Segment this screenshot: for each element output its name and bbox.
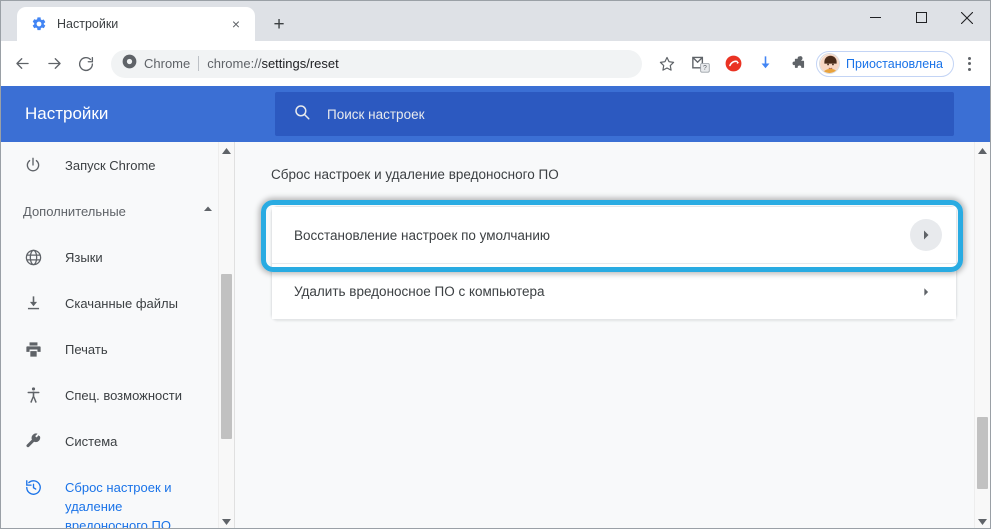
row-label: Восстановление настроек по умолчанию bbox=[294, 227, 550, 243]
tab-title: Настройки bbox=[57, 17, 119, 31]
reload-icon[interactable] bbox=[71, 49, 101, 79]
site-identity-chip[interactable]: Chrome bbox=[122, 54, 190, 74]
sidebar-item-downloads[interactable]: Скачанные файлы bbox=[1, 280, 234, 326]
row-label: Удалить вредоносное ПО с компьютера bbox=[294, 284, 545, 299]
dot bbox=[967, 56, 971, 60]
sidebar-item-system[interactable]: Система bbox=[1, 418, 234, 464]
scroll-up-arrow-icon[interactable] bbox=[219, 142, 234, 159]
url-text: chrome://settings/reset bbox=[207, 56, 630, 71]
page-title: Настройки bbox=[25, 104, 109, 123]
sidebar-item-printing[interactable]: Печать bbox=[1, 326, 234, 372]
svg-text:?: ? bbox=[703, 65, 707, 72]
reset-options-card: Восстановление настроек по умолчанию Уда… bbox=[271, 206, 957, 320]
sidebar-item-label: Запуск Chrome bbox=[65, 158, 156, 173]
download-arrow-icon[interactable] bbox=[750, 49, 780, 79]
window-controls bbox=[852, 1, 990, 34]
scroll-up-arrow-icon[interactable] bbox=[975, 142, 990, 159]
row-restore-defaults[interactable]: Восстановление настроек по умолчанию bbox=[272, 207, 956, 263]
profile-label: Приостановлена bbox=[846, 56, 943, 71]
content-scrollbar[interactable] bbox=[974, 142, 990, 528]
gear-icon bbox=[31, 16, 47, 32]
settings-body: Запуск Chrome Дополнительные Языки Скача… bbox=[1, 142, 990, 529]
site-identity-label: Chrome bbox=[144, 56, 191, 71]
sidebar-item-accessibility[interactable]: Спец. возможности bbox=[1, 372, 234, 418]
back-arrow-icon[interactable] bbox=[7, 49, 37, 79]
scroll-down-arrow-icon[interactable] bbox=[975, 513, 990, 528]
new-tab-button[interactable]: + bbox=[265, 10, 293, 38]
settings-content: Сброс настроек и удаление вредоносного П… bbox=[235, 142, 990, 528]
search-input[interactable]: Поиск настроек bbox=[275, 92, 954, 136]
red-block-icon[interactable] bbox=[718, 49, 748, 79]
browser-toolbar: Chrome chrome://settings/reset ? Приоста… bbox=[1, 41, 990, 86]
sidebar-item-languages[interactable]: Языки bbox=[1, 234, 234, 280]
row-clean-up-computer[interactable]: Удалить вредоносное ПО с компьютера bbox=[272, 263, 956, 319]
sidebar-item-label: Языки bbox=[65, 250, 103, 265]
globe-icon bbox=[23, 247, 43, 267]
address-bar[interactable]: Chrome chrome://settings/reset bbox=[111, 49, 643, 78]
sidebar-item-label: Система bbox=[65, 434, 118, 449]
omnibox-divider bbox=[198, 56, 200, 71]
forward-arrow-icon[interactable] bbox=[39, 49, 69, 79]
browser-tab-settings[interactable]: Настройки × bbox=[17, 7, 255, 41]
sidebar-scrollbar[interactable] bbox=[218, 142, 234, 528]
settings-page: Настройки Поиск настроек Запуск Chrome Д… bbox=[1, 86, 990, 529]
reset-card-wrapper: Восстановление настроек по умолчанию Уда… bbox=[271, 206, 957, 320]
close-icon[interactable] bbox=[944, 1, 990, 34]
sidebar-scroll-thumb[interactable] bbox=[221, 274, 232, 439]
power-icon bbox=[23, 155, 43, 175]
avatar bbox=[819, 53, 841, 74]
star-icon[interactable] bbox=[650, 49, 684, 79]
dot bbox=[967, 67, 971, 71]
sidebar-group-advanced[interactable]: Дополнительные bbox=[1, 188, 234, 234]
content-scroll-thumb[interactable] bbox=[977, 417, 988, 489]
sidebar-item-startup[interactable]: Запуск Chrome bbox=[1, 142, 234, 188]
content-scroll-track[interactable] bbox=[975, 159, 990, 513]
three-dots-icon[interactable] bbox=[956, 49, 982, 79]
gmail-icon[interactable]: ? bbox=[686, 49, 716, 79]
minimize-icon[interactable] bbox=[852, 1, 898, 34]
maximize-icon[interactable] bbox=[898, 1, 944, 34]
accessibility-icon bbox=[23, 385, 43, 405]
tab-close-icon[interactable]: × bbox=[227, 15, 245, 33]
sidebar-scroll-track[interactable] bbox=[219, 159, 234, 513]
sidebar-item-label: Скачанные файлы bbox=[65, 296, 178, 311]
profile-button[interactable]: Приостановлена bbox=[816, 50, 954, 77]
restore-clock-icon bbox=[23, 477, 43, 497]
tab-strip: Настройки × + bbox=[1, 1, 990, 41]
section-heading: Сброс настроек и удаление вредоносного П… bbox=[271, 167, 559, 182]
chrome-logo-icon bbox=[122, 54, 137, 74]
sidebar-item-label: Печать bbox=[65, 342, 108, 357]
sidebar-item-label: Спец. возможности bbox=[65, 388, 182, 403]
sidebar-group-label: Дополнительные bbox=[23, 203, 126, 219]
settings-sidebar: Запуск Chrome Дополнительные Языки Скача… bbox=[1, 142, 235, 529]
printer-icon bbox=[23, 339, 43, 359]
settings-header: Настройки Поиск настроек bbox=[1, 86, 990, 142]
puzzle-piece-icon[interactable] bbox=[782, 49, 812, 79]
url-prefix: chrome:// bbox=[207, 56, 262, 71]
scroll-down-arrow-icon[interactable] bbox=[219, 513, 234, 528]
content-inner: Сброс настроек и удаление вредоносного П… bbox=[235, 142, 957, 320]
wrench-icon bbox=[23, 431, 43, 451]
caret-up-icon bbox=[202, 202, 214, 220]
sidebar-item-label: Сброс настроек и удаление вредоносного П… bbox=[65, 480, 172, 529]
download-icon bbox=[23, 293, 43, 313]
chevron-right-icon[interactable] bbox=[910, 276, 942, 308]
chevron-right-icon[interactable] bbox=[910, 219, 942, 251]
sidebar-item-reset-and-cleanup[interactable]: Сброс настроек и удаление вредоносного П… bbox=[1, 464, 234, 529]
url-path: settings/reset bbox=[261, 56, 339, 71]
search-icon bbox=[293, 103, 311, 126]
dot bbox=[967, 62, 971, 65]
chrome-browser-window: Настройки × + Chrome chrome://settings/r… bbox=[0, 0, 991, 529]
search-placeholder: Поиск настроек bbox=[327, 106, 425, 122]
